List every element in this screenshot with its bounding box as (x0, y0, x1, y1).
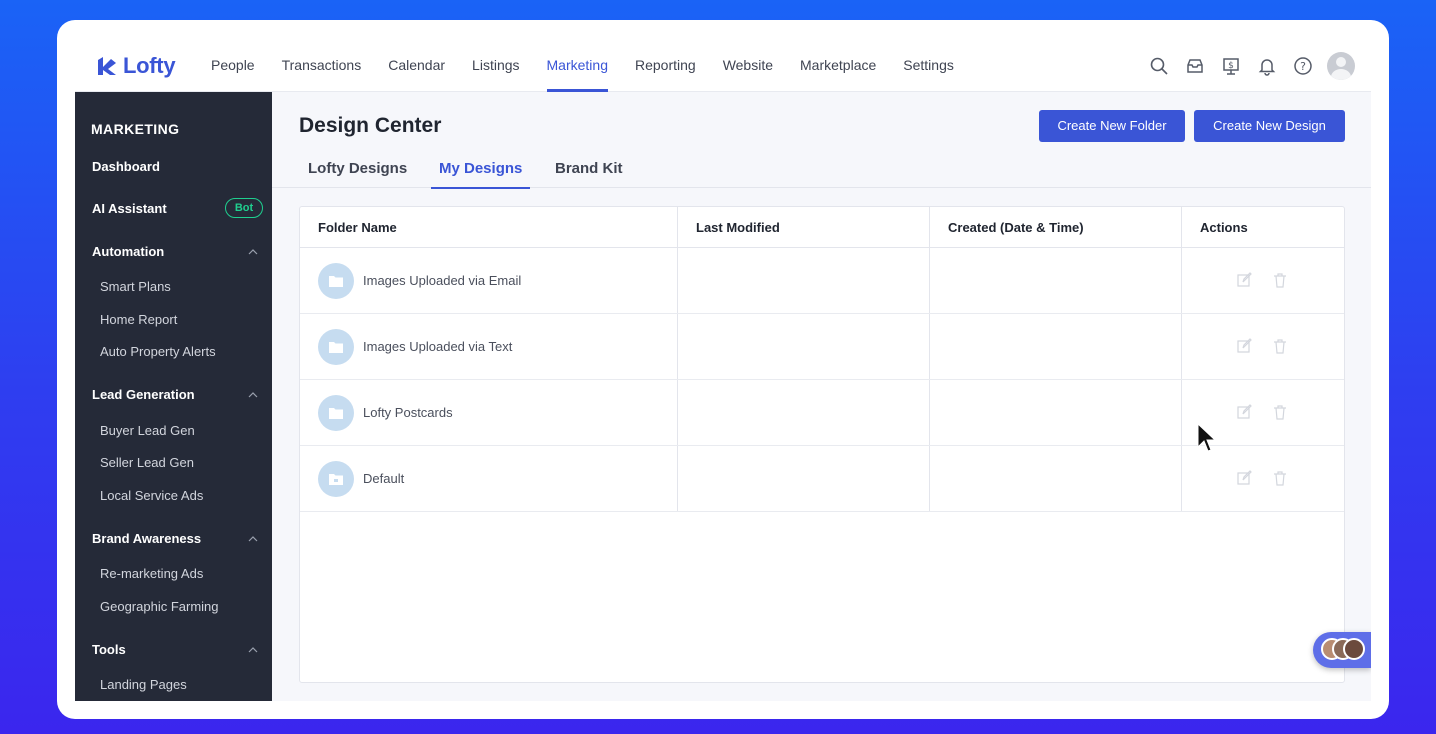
nav-transactions[interactable]: Transactions (282, 44, 362, 92)
screenshot-frame: Lofty People Transactions Calendar Listi… (57, 20, 1389, 719)
header-created[interactable]: Created (Date & Time) (930, 207, 1084, 248)
edit-icon[interactable] (1236, 272, 1252, 288)
folder-icon (318, 395, 354, 431)
table-row[interactable]: Default (300, 446, 1344, 512)
table-row[interactable]: Images Uploaded via Text (300, 314, 1344, 380)
sidebar-section-automation[interactable]: Automation (92, 244, 164, 259)
nav-reporting[interactable]: Reporting (635, 44, 696, 92)
main-content: Design Center Create New Folder Create N… (272, 92, 1371, 701)
sidebar-item-local-service-ads[interactable]: Local Service Ads (100, 488, 203, 503)
nav-marketing[interactable]: Marketing (546, 44, 609, 92)
nav-listings[interactable]: Listings (472, 44, 519, 92)
help-icon[interactable]: ? (1293, 56, 1313, 76)
lofty-logo[interactable]: Lofty (95, 52, 176, 80)
sidebar-item-landing-pages[interactable]: Landing Pages (100, 677, 187, 692)
mouse-cursor-icon (1197, 423, 1217, 452)
nav-settings[interactable]: Settings (903, 44, 954, 92)
folder-name[interactable]: Images Uploaded via Text (363, 314, 512, 380)
app-window: Lofty People Transactions Calendar Listi… (75, 44, 1371, 701)
chevron-up-icon[interactable] (248, 390, 258, 400)
sidebar-item-buyer-lead-gen[interactable]: Buyer Lead Gen (100, 423, 195, 438)
nav-marketplace[interactable]: Marketplace (800, 44, 876, 92)
folder-icon (318, 329, 354, 365)
edit-icon[interactable] (1236, 404, 1252, 420)
sidebar-title: MARKETING (91, 121, 180, 137)
folders-table: Folder Name Last Modified Created (Date … (299, 206, 1345, 683)
trash-icon[interactable] (1272, 338, 1288, 354)
default-folder-icon (318, 461, 354, 497)
chevron-up-icon[interactable] (248, 247, 258, 257)
create-new-design-button[interactable]: Create New Design (1194, 110, 1345, 142)
billing-icon[interactable]: $ (1221, 56, 1241, 76)
support-chat-button[interactable] (1313, 632, 1371, 668)
sidebar-item-smart-plans[interactable]: Smart Plans (100, 279, 171, 294)
folder-icon (318, 263, 354, 299)
inbox-icon[interactable] (1185, 56, 1205, 76)
folder-name[interactable]: Images Uploaded via Email (363, 248, 521, 314)
create-new-folder-button[interactable]: Create New Folder (1039, 110, 1185, 142)
page-title: Design Center (299, 114, 442, 137)
nav-people[interactable]: People (211, 44, 255, 92)
sidebar-section-lead-generation[interactable]: Lead Generation (92, 387, 195, 402)
search-icon[interactable] (1149, 56, 1169, 76)
svg-text:$: $ (1228, 61, 1234, 71)
header-actions: Actions (1200, 220, 1248, 235)
tab-my-designs[interactable]: My Designs (430, 160, 531, 189)
sidebar-item-seller-lead-gen[interactable]: Seller Lead Gen (100, 455, 194, 470)
bell-icon[interactable] (1257, 56, 1277, 76)
logo-text: Lofty (123, 53, 176, 78)
table-row[interactable]: Images Uploaded via Email (300, 248, 1344, 314)
svg-text:?: ? (1300, 60, 1306, 73)
tab-brand-kit[interactable]: Brand Kit (555, 160, 623, 188)
trash-icon[interactable] (1272, 272, 1288, 288)
sidebar-item-geographic-farming[interactable]: Geographic Farming (100, 599, 219, 614)
edit-icon[interactable] (1236, 470, 1252, 486)
sidebar-item-ai-assistant[interactable]: AI Assistant (92, 201, 167, 216)
nav-website[interactable]: Website (723, 44, 773, 92)
trash-icon[interactable] (1272, 470, 1288, 486)
design-tabs: Lofty Designs My Designs Brand Kit (272, 152, 1371, 189)
sidebar-section-tools[interactable]: Tools (92, 642, 126, 657)
sidebar-item-dashboard[interactable]: Dashboard (92, 159, 160, 174)
sidebar-item-remarketing-ads[interactable]: Re-marketing Ads (100, 566, 203, 581)
marketing-sidebar: MARKETING Dashboard AI Assistant Bot Aut… (75, 92, 272, 701)
sidebar-item-home-report[interactable]: Home Report (100, 312, 177, 327)
sidebar-section-brand-awareness[interactable]: Brand Awareness (92, 531, 201, 546)
bot-badge: Bot (225, 198, 263, 218)
folder-name[interactable]: Default (363, 446, 404, 512)
chevron-up-icon[interactable] (248, 645, 258, 655)
lofty-logo-icon (98, 57, 116, 75)
chevron-up-icon[interactable] (248, 534, 258, 544)
sidebar-item-auto-property-alerts[interactable]: Auto Property Alerts (100, 344, 216, 359)
trash-icon[interactable] (1272, 404, 1288, 420)
table-header: Folder Name Last Modified Created (Date … (300, 207, 1344, 248)
header-folder-name[interactable]: Folder Name (300, 207, 397, 248)
agent-avatar (1343, 638, 1365, 660)
tab-lofty-designs[interactable]: Lofty Designs (308, 160, 407, 188)
nav-icon-bar: $ ? (1133, 52, 1355, 80)
table-row[interactable]: Lofty Postcards (300, 380, 1344, 446)
nav-calendar[interactable]: Calendar (388, 44, 445, 92)
header-last-modified[interactable]: Last Modified (678, 207, 780, 248)
main-nav: People Transactions Calendar Listings Ma… (211, 44, 981, 92)
edit-icon[interactable] (1236, 338, 1252, 354)
folder-name[interactable]: Lofty Postcards (363, 380, 453, 446)
user-avatar[interactable] (1327, 52, 1355, 80)
top-navigation: Lofty People Transactions Calendar Listi… (75, 44, 1371, 92)
